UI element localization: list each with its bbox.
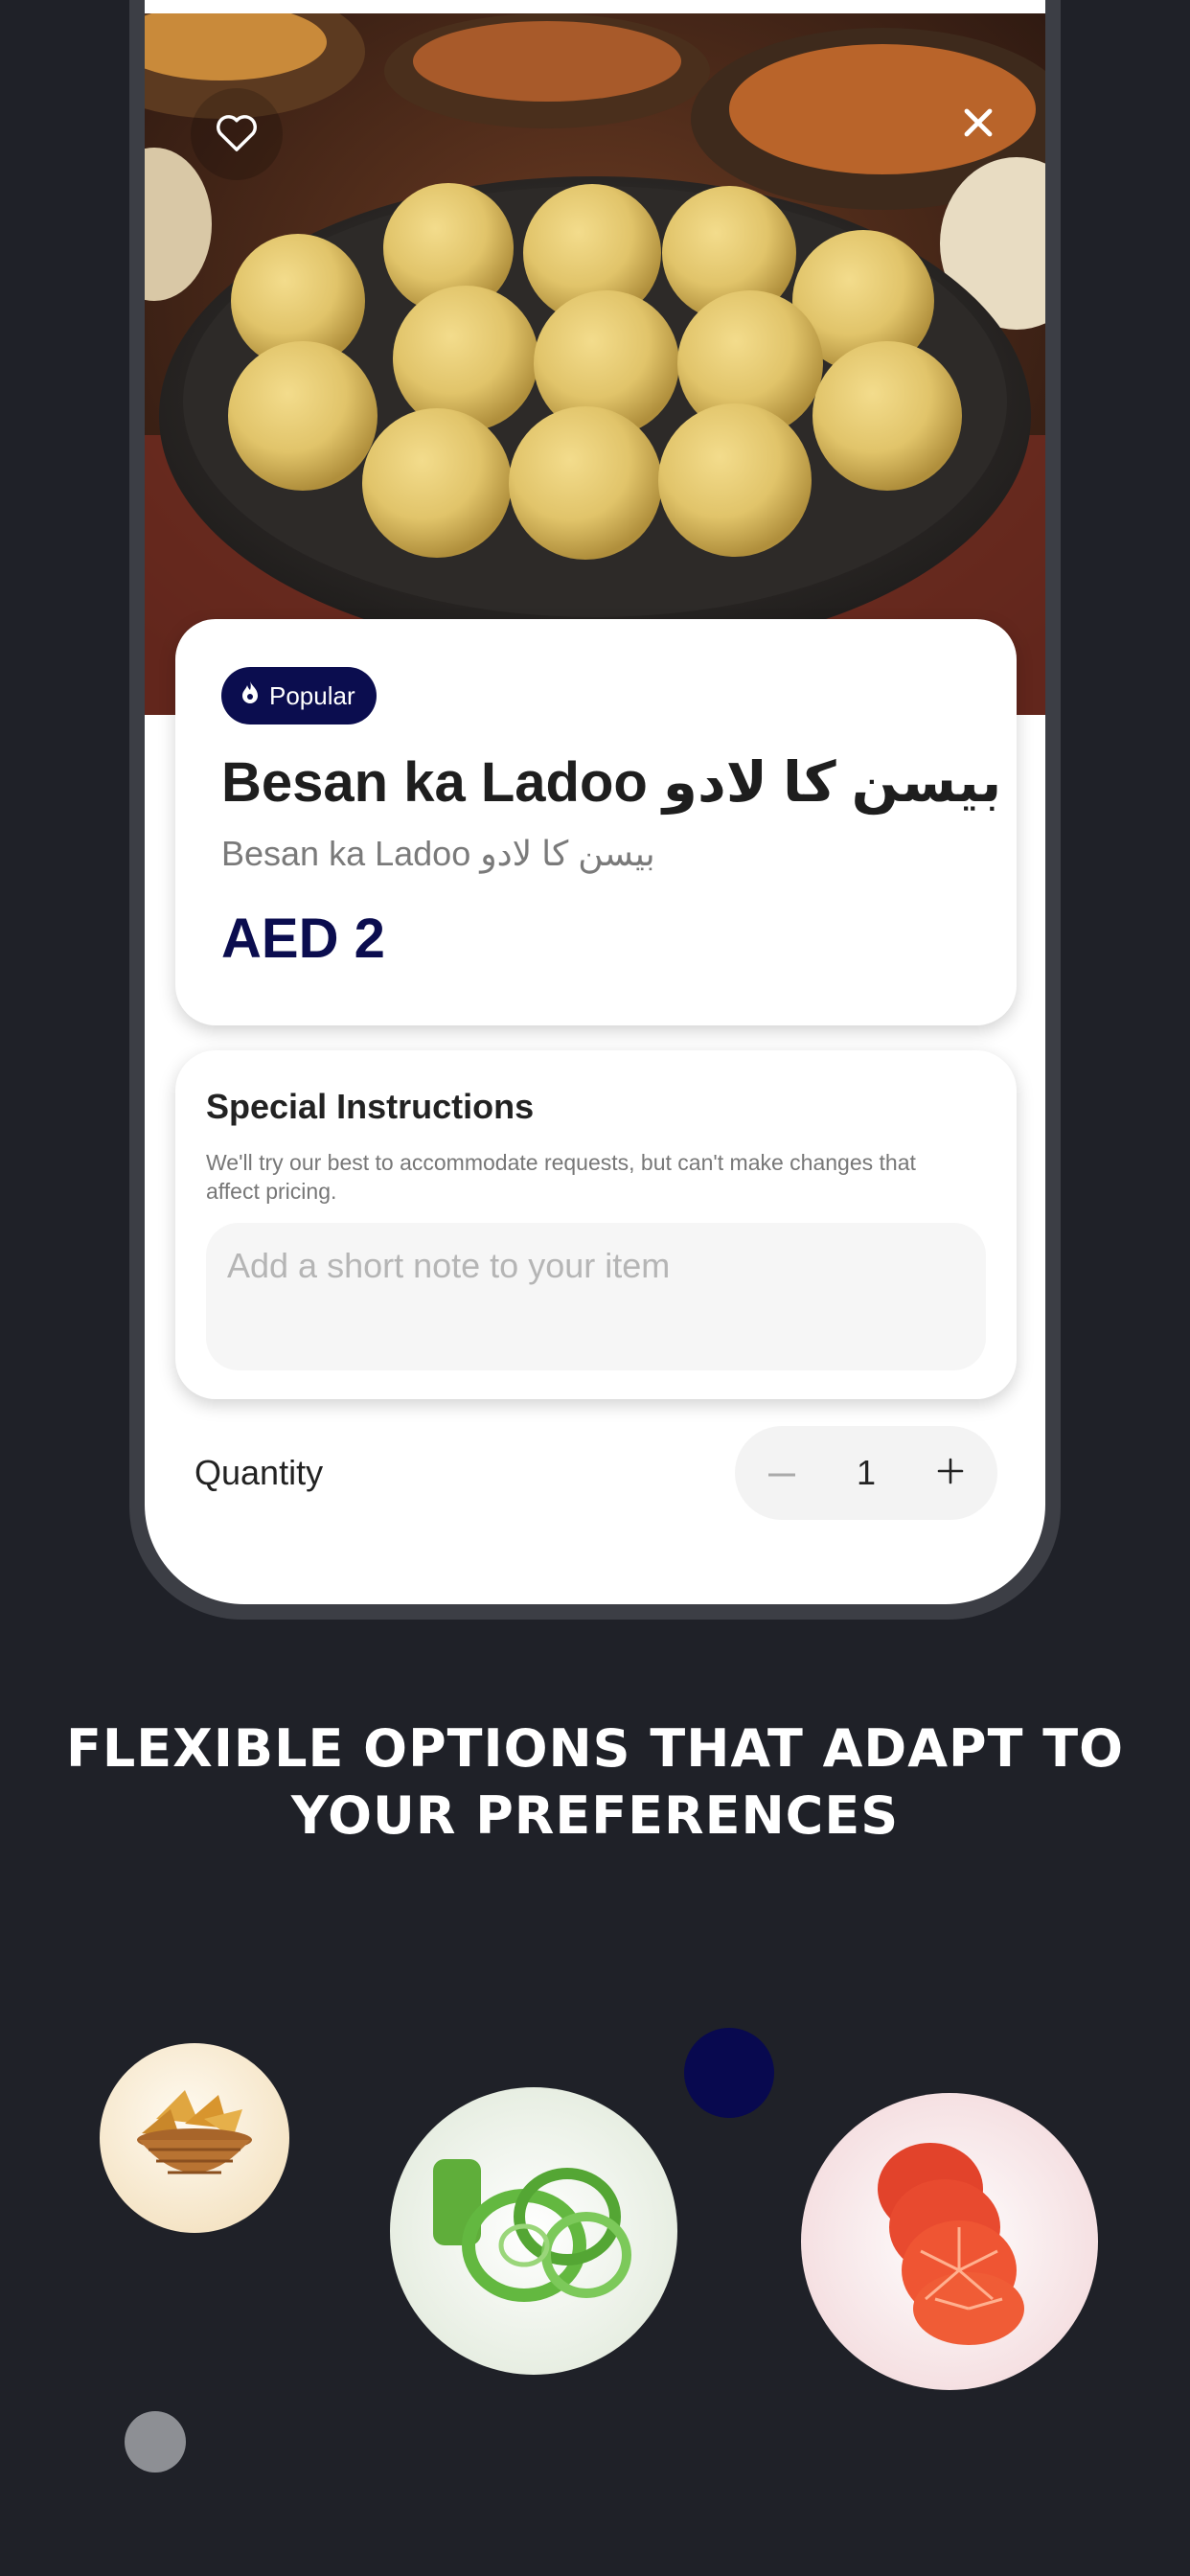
quantity-stepper: 1 bbox=[735, 1426, 997, 1520]
plus-icon bbox=[937, 1458, 964, 1489]
minus-icon bbox=[768, 1464, 795, 1482]
item-title: Besan ka Ladoo بیسن کا لادو bbox=[221, 751, 1002, 814]
caption-line-1: FLEXIBLE OPTIONS THAT ADAPT TO bbox=[66, 1718, 1124, 1779]
quantity-label: Quantity bbox=[195, 1453, 324, 1492]
item-subtitle: Besan ka Ladoo بیسن کا لادو bbox=[221, 834, 655, 873]
item-info-card: Popular Besan ka Ladoo بیسن کا لادو Besa… bbox=[175, 619, 1017, 1025]
close-button[interactable] bbox=[932, 79, 1024, 171]
note-input[interactable] bbox=[206, 1223, 986, 1370]
heart-icon bbox=[215, 112, 259, 157]
increment-button[interactable] bbox=[904, 1426, 997, 1520]
quantity-value: 1 bbox=[856, 1453, 877, 1492]
favorite-button[interactable] bbox=[191, 88, 283, 180]
instructions-description: We'll try our best to accommodate reques… bbox=[206, 1150, 916, 1204]
phone-mockup: Popular Besan ka Ladoo بیسن کا لادو Besa… bbox=[129, 0, 1061, 1620]
flame-icon bbox=[240, 680, 260, 712]
instructions-title: Special Instructions bbox=[206, 1087, 535, 1126]
promo-caption: FLEXIBLE OPTIONS THAT ADAPT TO YOUR PREF… bbox=[57, 1715, 1133, 1850]
app-screen: Popular Besan ka Ladoo بیسن کا لادو Besa… bbox=[145, 0, 1045, 1604]
decorative-dot-gray bbox=[125, 2411, 186, 2472]
decorative-dot-navy bbox=[684, 2028, 774, 2118]
badge-label: Popular bbox=[269, 680, 355, 710]
chips-basket-image bbox=[100, 2043, 289, 2233]
green-pepper-image bbox=[390, 2087, 677, 2375]
decrement-button[interactable] bbox=[735, 1426, 829, 1520]
close-icon bbox=[961, 105, 995, 145]
tomato-slices-image bbox=[801, 2093, 1098, 2390]
popular-badge: Popular bbox=[221, 667, 377, 724]
item-price: AED 2 bbox=[221, 908, 385, 970]
caption-line-2: YOUR PREFERENCES bbox=[290, 1785, 900, 1846]
special-instructions-card: Special Instructions We'll try our best … bbox=[175, 1050, 1017, 1399]
